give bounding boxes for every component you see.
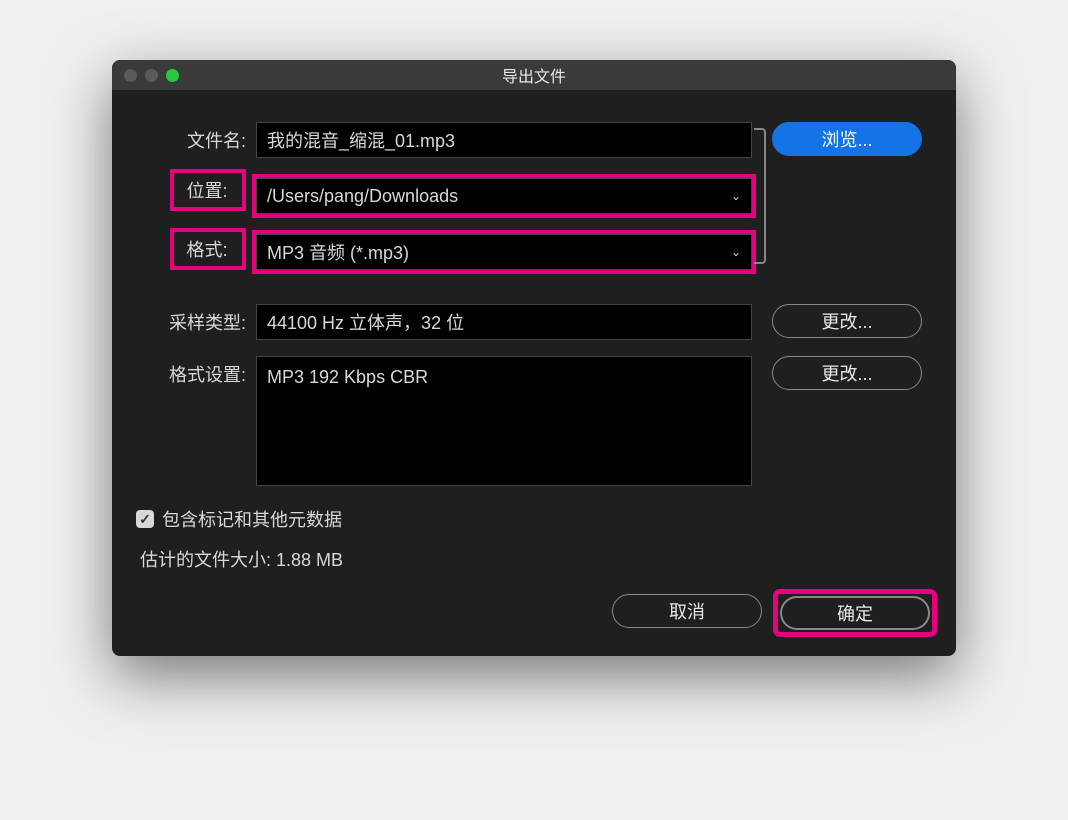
sampletype-field: 44100 Hz 立体声，32 位 (256, 304, 752, 340)
chevron-down-icon: ⌄ (731, 245, 741, 259)
footer-buttons: 取消 确定 (136, 594, 932, 632)
metadata-checkbox-row: ✓ 包含标记和其他元数据 (136, 506, 932, 532)
metadata-checkbox[interactable]: ✓ (136, 510, 154, 528)
change-sampletype-button[interactable]: 更改... (772, 304, 922, 338)
titlebar: 导出文件 (112, 60, 956, 90)
chevron-down-icon: ⌄ (731, 189, 741, 203)
ok-button-highlight: 确定 (778, 594, 932, 632)
browse-button[interactable]: 浏览... (772, 122, 922, 156)
cancel-button[interactable]: 取消 (612, 594, 762, 628)
change-formatsettings-button[interactable]: 更改... (772, 356, 922, 390)
dialog-body: 文件名: 我的混音_缩混_01.mp3 /Users/pang/Download… (112, 90, 956, 656)
filesize-estimate: 估计的文件大小: 1.88 MB (140, 546, 932, 572)
minimize-button[interactable] (145, 69, 158, 82)
close-button[interactable] (124, 69, 137, 82)
format-value: MP3 音频 (*.mp3) (267, 239, 409, 265)
filesize-label: 估计的文件大小: (140, 550, 276, 570)
filename-label: 文件名: (136, 122, 246, 153)
group-bracket (754, 128, 766, 264)
formatsettings-label: 格式设置: (136, 356, 246, 387)
location-dropdown[interactable]: /Users/pang/Downloads ⌄ (256, 178, 752, 214)
window-controls (124, 69, 179, 82)
metadata-checkbox-label: 包含标记和其他元数据 (162, 506, 342, 532)
location-value: /Users/pang/Downloads (267, 186, 458, 207)
sampletype-label: 采样类型: (136, 304, 246, 335)
location-label: 位置: (170, 169, 246, 211)
formatsettings-value: MP3 192 Kbps CBR (267, 367, 428, 387)
filename-value: 我的混音_缩混_01.mp3 (267, 127, 455, 153)
filesize-value: 1.88 MB (276, 550, 343, 570)
sampletype-value: 44100 Hz 立体声，32 位 (267, 309, 464, 335)
export-dialog: 导出文件 文件名: 我的混音_缩混_01.mp3 /Users/pang/Dow… (112, 60, 956, 656)
ok-button[interactable]: 确定 (780, 596, 930, 630)
formatsettings-field: MP3 192 Kbps CBR (256, 356, 752, 486)
filename-input[interactable]: 我的混音_缩混_01.mp3 (256, 122, 752, 158)
format-dropdown[interactable]: MP3 音频 (*.mp3) ⌄ (256, 234, 752, 270)
maximize-button[interactable] (166, 69, 179, 82)
window-title: 导出文件 (124, 63, 944, 87)
format-label: 格式: (170, 228, 246, 270)
